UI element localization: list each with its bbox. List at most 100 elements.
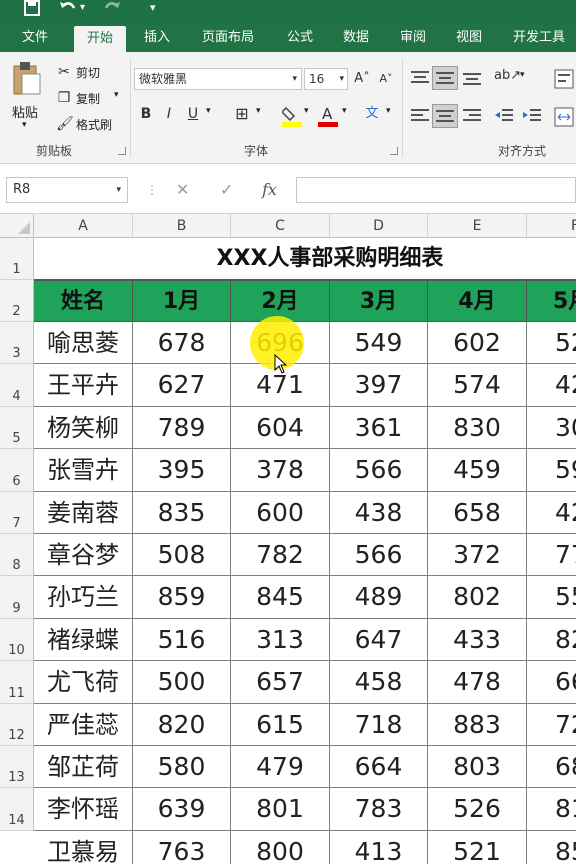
decrease-font-size-icon[interactable]: A˅ bbox=[378, 69, 394, 89]
value-cell[interactable]: 664 bbox=[330, 746, 428, 789]
value-cell[interactable]: 763 bbox=[133, 830, 231, 864]
value-cell[interactable]: 830 bbox=[428, 406, 527, 450]
value-cell[interactable]: 30 bbox=[527, 407, 576, 450]
value-cell[interactable]: 615 bbox=[231, 703, 330, 746]
row-header[interactable]: 11 bbox=[0, 661, 34, 704]
customize-quick-access-icon[interactable]: ▾ bbox=[150, 0, 156, 20]
insert-function-icon[interactable]: fx bbox=[262, 177, 277, 203]
align-top-icon[interactable] bbox=[410, 70, 430, 86]
row-header[interactable]: 6 bbox=[0, 449, 34, 492]
column-header-f[interactable]: F bbox=[527, 214, 576, 238]
value-cell[interactable]: 549 bbox=[330, 322, 428, 365]
clipboard-launcher-icon[interactable] bbox=[118, 147, 126, 155]
cut-icon[interactable]: ✂ bbox=[56, 62, 72, 82]
fill-color-icon[interactable] bbox=[280, 104, 302, 128]
underline-button[interactable]: U bbox=[186, 104, 200, 124]
borders-dropdown-icon[interactable]: ▾ bbox=[256, 106, 261, 116]
value-cell[interactable]: 782 bbox=[231, 534, 330, 577]
row-header[interactable]: 3 bbox=[0, 322, 34, 365]
formula-input[interactable] bbox=[296, 177, 576, 203]
align-left-icon[interactable] bbox=[410, 108, 430, 124]
tab-review[interactable]: 审阅 bbox=[388, 24, 438, 52]
paste-dropdown-icon[interactable]: ▾ bbox=[22, 120, 27, 130]
value-cell[interactable]: 718 bbox=[330, 703, 428, 746]
copy-dropdown-icon[interactable]: ▾ bbox=[114, 90, 119, 100]
value-cell[interactable]: 55 bbox=[527, 576, 576, 619]
value-cell[interactable]: 789 bbox=[133, 406, 231, 450]
value-cell[interactable]: 647 bbox=[330, 618, 428, 662]
tab-formulas[interactable]: 公式 bbox=[276, 24, 324, 52]
tab-home[interactable]: 开始 bbox=[74, 26, 126, 52]
name-cell[interactable]: 杨笑柳 bbox=[34, 406, 133, 450]
header-cell[interactable]: 1月 bbox=[133, 280, 231, 322]
header-cell[interactable]: 5月 bbox=[527, 280, 576, 322]
row-header[interactable]: 4 bbox=[0, 364, 34, 407]
value-cell[interactable]: 52 bbox=[527, 322, 576, 365]
font-launcher-icon[interactable] bbox=[390, 147, 398, 155]
name-cell[interactable]: 张雪卉 bbox=[34, 449, 133, 492]
value-cell[interactable]: 639 bbox=[133, 788, 231, 831]
value-cell[interactable]: 42 bbox=[527, 492, 576, 534]
header-cell[interactable]: 3月 bbox=[330, 280, 428, 322]
value-cell[interactable]: 68 bbox=[527, 746, 576, 789]
align-bottom-icon[interactable] bbox=[462, 70, 482, 86]
value-cell[interactable]: 783 bbox=[330, 788, 428, 831]
value-cell[interactable]: 845 bbox=[231, 576, 330, 619]
row-header[interactable]: 7 bbox=[0, 491, 34, 534]
name-cell[interactable]: 严佳蕊 bbox=[34, 703, 133, 746]
align-middle-icon[interactable] bbox=[432, 66, 458, 90]
name-box[interactable]: R8 ▾ bbox=[6, 177, 128, 203]
tab-page-layout[interactable]: 页面布局 bbox=[190, 24, 266, 52]
value-cell[interactable]: 801 bbox=[231, 788, 330, 831]
merge-center-icon[interactable] bbox=[554, 106, 574, 128]
name-cell[interactable]: 喻思菱 bbox=[34, 322, 133, 365]
value-cell[interactable]: 361 bbox=[330, 406, 428, 450]
wrap-text-icon[interactable] bbox=[554, 68, 574, 90]
value-cell[interactable]: 658 bbox=[428, 491, 527, 534]
value-cell[interactable]: 397 bbox=[330, 364, 428, 407]
value-cell[interactable]: 82 bbox=[527, 619, 576, 662]
font-name-select[interactable]: 微软雅黑 ▾ bbox=[134, 68, 302, 90]
value-cell[interactable]: 478 bbox=[428, 661, 527, 704]
value-cell[interactable]: 85 bbox=[527, 831, 576, 864]
header-cell[interactable]: 4月 bbox=[428, 280, 527, 322]
value-cell[interactable]: 803 bbox=[428, 746, 527, 789]
copy-button[interactable]: 复制 bbox=[76, 90, 100, 107]
tab-developer[interactable]: 开发工具 bbox=[502, 24, 576, 52]
format-painter-icon[interactable]: 🖌 bbox=[56, 114, 74, 134]
value-cell[interactable]: 42 bbox=[527, 364, 576, 407]
value-cell[interactable]: 438 bbox=[330, 491, 428, 534]
value-cell[interactable]: 81 bbox=[527, 788, 576, 831]
value-cell[interactable]: 458 bbox=[330, 661, 428, 704]
value-cell[interactable]: 526 bbox=[428, 788, 527, 831]
value-cell[interactable]: 500 bbox=[133, 661, 231, 704]
value-cell[interactable]: 413 bbox=[330, 830, 428, 864]
copy-icon[interactable]: ❐ bbox=[56, 88, 72, 108]
tab-file[interactable]: 文件 bbox=[8, 24, 62, 52]
decrease-indent-icon[interactable] bbox=[494, 108, 514, 124]
value-cell[interactable]: 77 bbox=[527, 534, 576, 577]
name-cell[interactable]: 姜南蓉 bbox=[34, 491, 133, 534]
value-cell[interactable]: 600 bbox=[231, 491, 330, 534]
value-cell[interactable]: 459 bbox=[428, 449, 527, 492]
value-cell[interactable]: 489 bbox=[330, 576, 428, 619]
font-color-icon[interactable]: A bbox=[318, 104, 338, 128]
redo-icon[interactable] bbox=[102, 0, 122, 20]
bold-button[interactable]: B bbox=[138, 104, 154, 124]
font-color-dropdown-icon[interactable]: ▾ bbox=[342, 106, 347, 116]
name-cell[interactable]: 孙巧兰 bbox=[34, 576, 133, 619]
tab-data[interactable]: 数据 bbox=[332, 24, 380, 52]
value-cell[interactable]: 604 bbox=[231, 406, 330, 450]
value-cell[interactable]: 820 bbox=[133, 703, 231, 746]
value-cell[interactable]: 378 bbox=[231, 449, 330, 492]
phonetic-guide-icon[interactable]: 文 bbox=[362, 104, 382, 124]
name-cell[interactable]: 王平卉 bbox=[34, 364, 133, 407]
save-icon[interactable] bbox=[24, 0, 40, 20]
value-cell[interactable]: 313 bbox=[231, 618, 330, 662]
worksheet-grid[interactable]: A B C D E F 1 2 3 4 5 6 7 8 9 10 11 12 13 14 XXX人事部采购… bbox=[0, 214, 576, 864]
value-cell[interactable]: 580 bbox=[133, 746, 231, 789]
name-cell[interactable]: 卫慕易 bbox=[34, 830, 133, 864]
value-cell[interactable]: 859 bbox=[133, 576, 231, 619]
row-header[interactable]: 1 bbox=[0, 238, 34, 280]
value-cell[interactable]: 521 bbox=[428, 830, 527, 864]
